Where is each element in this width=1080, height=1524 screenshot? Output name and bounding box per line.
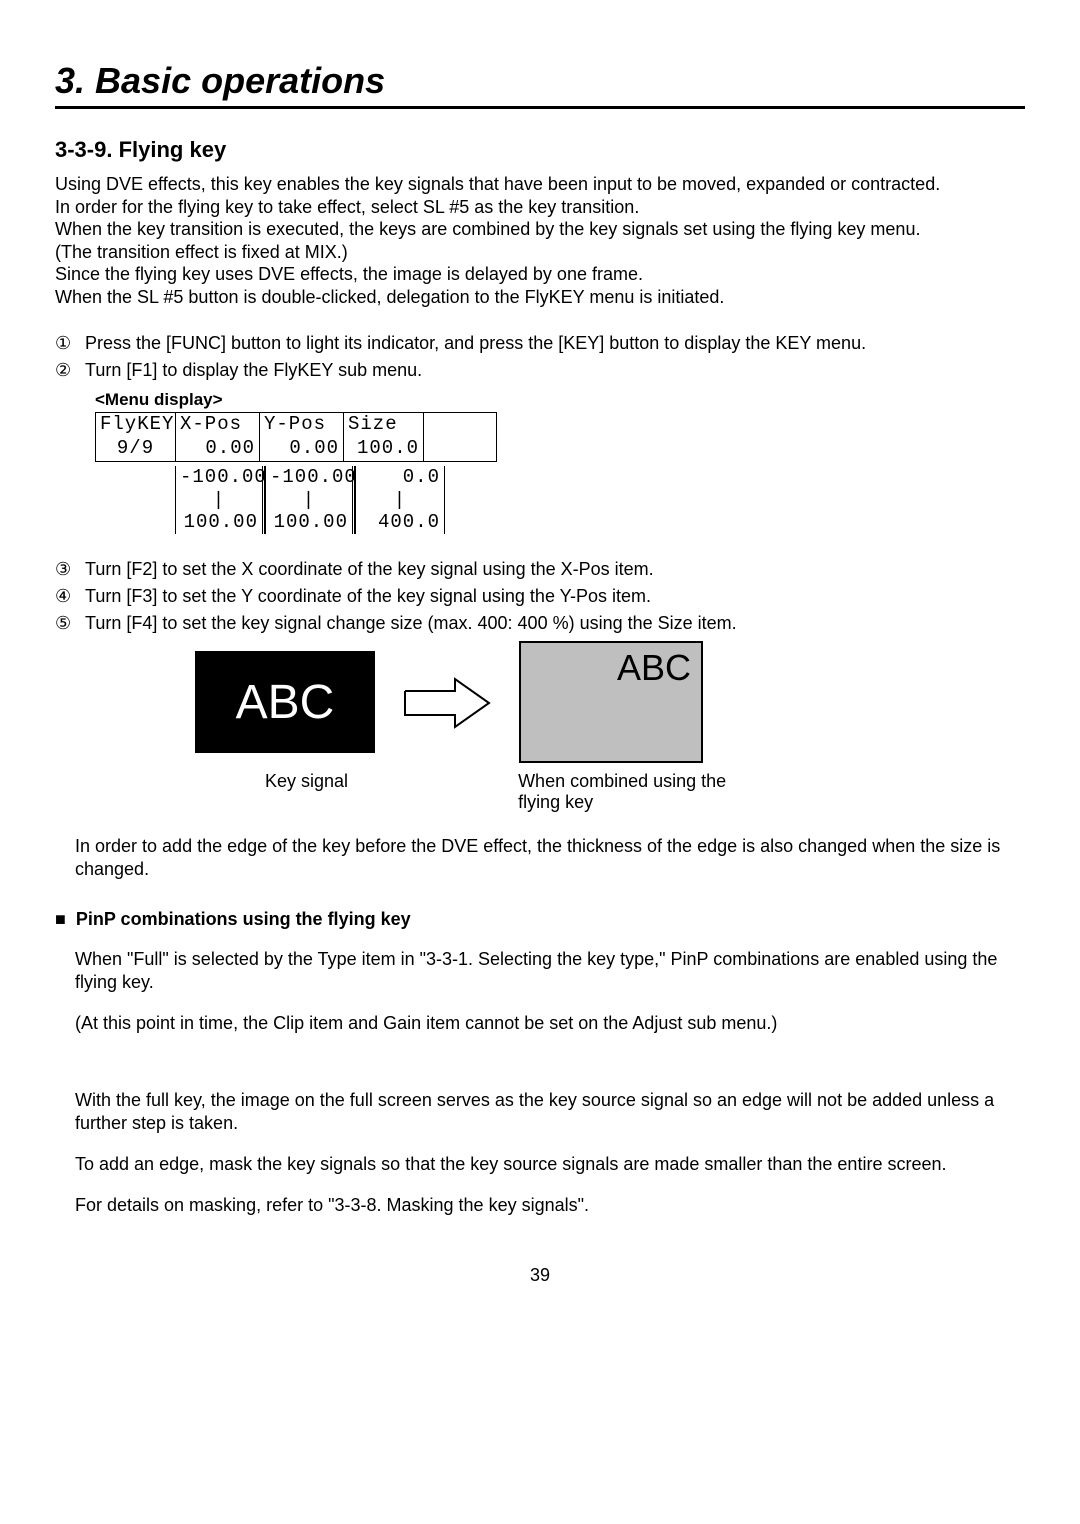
intro-line-4: (The transition effect is fixed at MIX.) — [55, 241, 1025, 264]
range-size-max: 400.0 — [360, 511, 440, 534]
range-xpos-min: -100.00 — [180, 466, 258, 489]
combined-output-text: ABC — [617, 647, 691, 689]
range-xpos: -100.00 | 100.00 — [175, 466, 265, 534]
pinp-subheading-text: PinP combinations using the flying key — [76, 909, 411, 930]
intro-line-2: In order for the flying key to take effe… — [55, 196, 1025, 219]
menu-value-page: 9/9 — [96, 437, 176, 461]
chapter-title: 3. Basic operations — [55, 60, 1025, 102]
range-ypos-min: -100.00 — [270, 466, 348, 489]
caption-combined: When combined using the flying key — [518, 771, 748, 813]
pinp-p5: For details on masking, refer to "3-3-8.… — [75, 1194, 1025, 1217]
range-xpos-max: 100.00 — [180, 511, 258, 534]
range-size-sep: | — [360, 489, 440, 512]
menu-header-name: FlyKEY — [96, 413, 176, 437]
range-ypos-max: 100.00 — [270, 511, 348, 534]
key-signal-box: ABC — [195, 651, 375, 753]
step-4-marker: ④ — [55, 585, 75, 608]
menu-display-table: FlyKEY X-Pos Y-Pos Size 9/9 0.00 0.00 10… — [95, 412, 497, 462]
menu-value-ypos: 0.00 — [260, 437, 344, 461]
pinp-p2: (At this point in time, the Clip item an… — [75, 1012, 1025, 1035]
intro-line-3: When the key transition is executed, the… — [55, 218, 1025, 241]
menu-value-xpos: 0.00 — [176, 437, 260, 461]
step-4-text: Turn [F3] to set the Y coordinate of the… — [85, 585, 651, 608]
step-1-marker: ① — [55, 332, 75, 355]
pinp-p1: When "Full" is selected by the Type item… — [75, 948, 1025, 994]
step-2-marker: ② — [55, 359, 75, 382]
step-3-text: Turn [F2] to set the X coordinate of the… — [85, 558, 654, 581]
intro-line-5: Since the flying key uses DVE effects, t… — [55, 263, 1025, 286]
step-1-text: Press the [FUNC] button to light its ind… — [85, 332, 866, 355]
pinp-subheading: ■ PinP combinations using the flying key — [55, 909, 1025, 930]
menu-display-label: <Menu display> — [95, 390, 1025, 410]
edge-note: In order to add the edge of the key befo… — [75, 835, 1025, 881]
square-bullet-icon: ■ — [55, 909, 66, 930]
arrow-icon — [403, 677, 491, 729]
caption-key-signal: Key signal — [265, 771, 348, 813]
title-underline — [55, 106, 1025, 109]
key-signal-text: ABC — [236, 675, 335, 730]
intro-line-6: When the SL #5 button is double-clicked,… — [55, 286, 1025, 309]
step-5-marker: ⑤ — [55, 612, 75, 635]
menu-header-blank — [424, 413, 496, 437]
step-3-marker: ③ — [55, 558, 75, 581]
range-xpos-sep: | — [180, 489, 258, 512]
step-5: ⑤ Turn [F4] to set the key signal change… — [55, 612, 1025, 635]
pinp-p4: To add an edge, mask the key signals so … — [75, 1153, 1025, 1176]
combined-output-box: ABC — [519, 641, 703, 763]
range-ypos-sep: | — [270, 489, 348, 512]
step-3: ③ Turn [F2] to set the X coordinate of t… — [55, 558, 1025, 581]
menu-ranges: -100.00 | 100.00 -100.00 | 100.00 0.0 | … — [175, 466, 1025, 534]
step-5-text: Turn [F4] to set the key signal change s… — [85, 612, 737, 635]
menu-header-size: Size — [344, 413, 424, 437]
illustration-captions: Key signal When combined using the flyin… — [265, 771, 1025, 813]
section-title: 3-3-9. Flying key — [55, 137, 1025, 163]
intro-line-1: Using DVE effects, this key enables the … — [55, 173, 1025, 196]
step-4: ④ Turn [F3] to set the Y coordinate of t… — [55, 585, 1025, 608]
step-2-text: Turn [F1] to display the FlyKEY sub menu… — [85, 359, 422, 382]
range-size: 0.0 | 400.0 — [355, 466, 445, 534]
menu-header-ypos: Y-Pos — [260, 413, 344, 437]
pinp-p3: With the full key, the image on the full… — [75, 1089, 1025, 1135]
menu-header-xpos: X-Pos — [176, 413, 260, 437]
range-size-min: 0.0 — [360, 466, 440, 489]
menu-value-size: 100.0 — [344, 437, 424, 461]
page-number: 39 — [0, 1265, 1080, 1286]
step-1: ① Press the [FUNC] button to light its i… — [55, 332, 1025, 355]
range-ypos: -100.00 | 100.00 — [265, 466, 355, 534]
menu-value-blank — [424, 437, 496, 461]
illustration: ABC ABC — [195, 651, 1025, 763]
step-2: ② Turn [F1] to display the FlyKEY sub me… — [55, 359, 1025, 382]
